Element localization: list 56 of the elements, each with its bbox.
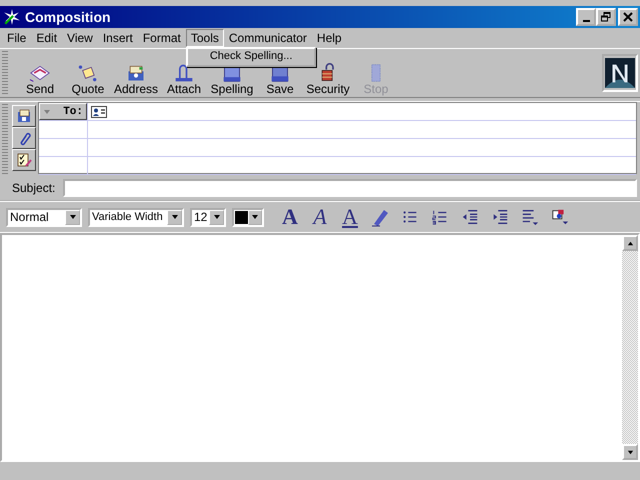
font-size-dropdown[interactable]: 12 (190, 208, 226, 226)
options-tab[interactable] (12, 149, 36, 171)
envelope-icon (28, 63, 52, 83)
toolbar-button[interactable]: Attach (160, 63, 208, 96)
toolbar-button[interactable]: Address (112, 63, 160, 96)
menu-item[interactable]: Communicator (224, 29, 312, 47)
menu-item[interactable]: File (2, 29, 32, 47)
outdent-icon (461, 208, 479, 226)
sparkle-icon (3, 8, 21, 26)
subject-field[interactable] (63, 179, 637, 197)
underline-button[interactable]: A (338, 205, 362, 229)
restore-icon (601, 12, 611, 22)
menu-item[interactable]: View (62, 29, 98, 47)
numbered-list-icon (431, 208, 449, 226)
restore-button[interactable] (596, 8, 616, 26)
menu-option[interactable]: Check Spelling... (190, 50, 312, 62)
menu-item[interactable]: Insert (98, 29, 138, 47)
attachments-tab[interactable] (12, 127, 36, 149)
align-left-icon (521, 208, 539, 226)
paragraph-style-dropdown[interactable]: Normal (6, 208, 82, 226)
menu-item[interactable]: Help (312, 29, 347, 47)
close-button[interactable] (618, 8, 638, 26)
menu-item[interactable]: Tools (186, 29, 224, 47)
contact-card-icon (91, 106, 107, 118)
bold-button[interactable]: A (278, 205, 302, 229)
close-icon (623, 12, 633, 22)
minimize-button[interactable] (576, 8, 596, 26)
window-title: Composition (25, 9, 112, 25)
logo-icon (602, 54, 638, 92)
minimize-icon (582, 20, 590, 22)
italic-button[interactable]: A (308, 205, 332, 229)
down-arrow-icon (626, 448, 634, 456)
toolbar-button[interactable]: Security (304, 63, 352, 96)
recipient-type-dropdown[interactable]: To: (39, 103, 87, 120)
toolbar-button[interactable]: Send (16, 63, 64, 96)
menu-item[interactable]: Edit (31, 29, 62, 47)
indent-icon (491, 208, 509, 226)
text-color-dropdown[interactable] (232, 208, 264, 226)
caret-icon (70, 215, 76, 219)
checklist-icon (16, 152, 32, 168)
insert-object-icon (551, 208, 569, 226)
menu-item[interactable]: Format (138, 29, 186, 47)
caret-icon (252, 215, 258, 219)
pen-icon (370, 207, 390, 227)
scrollbar[interactable] (622, 235, 638, 460)
toolbar-button[interactable]: Spelling (208, 63, 256, 96)
toolbar-button[interactable]: Save (256, 63, 304, 96)
caret-icon (172, 215, 178, 219)
font-dropdown[interactable]: Variable Width (88, 208, 184, 226)
up-arrow-icon (626, 240, 634, 246)
address-tab[interactable] (12, 105, 36, 127)
address-card-icon (16, 108, 32, 124)
subject-label: Subject: (12, 181, 56, 195)
caret-icon (214, 215, 220, 219)
caret-icon (43, 108, 51, 116)
toolbar-button[interactable]: Quote (64, 63, 112, 96)
